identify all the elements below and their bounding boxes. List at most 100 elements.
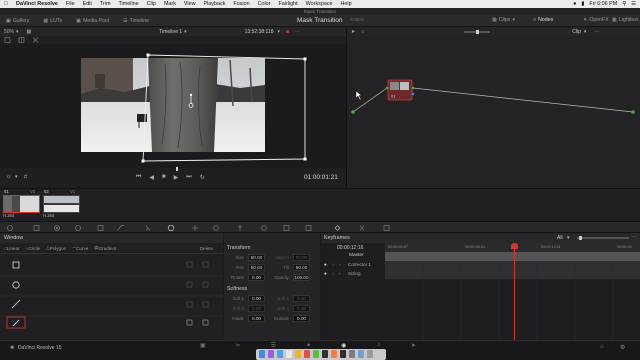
dot-icon[interactable]: ● bbox=[324, 262, 327, 267]
loop-icon[interactable]: ↻ bbox=[200, 174, 205, 181]
menu-item-fusion[interactable]: Fusion bbox=[233, 1, 249, 7]
chevron-right-icon[interactable]: › bbox=[339, 262, 341, 267]
node-zoom-slider[interactable] bbox=[464, 29, 491, 34]
home-icon[interactable]: ⌂ bbox=[600, 344, 604, 350]
window-palette-icon[interactable] bbox=[167, 224, 175, 232]
media-page-icon[interactable]: ▣ bbox=[200, 342, 206, 349]
photos-dock-icon[interactable] bbox=[331, 350, 337, 358]
node-mode-chevron-icon[interactable]: ▾ bbox=[584, 29, 587, 35]
magic-mask-icon[interactable] bbox=[213, 225, 219, 231]
keyframes-toggle-icon[interactable] bbox=[334, 225, 341, 231]
viewer-mode-chevron-icon[interactable]: ▾ bbox=[15, 175, 17, 180]
lock-icon[interactable]: ◌ bbox=[332, 271, 335, 276]
lightbox-button[interactable]: ▦ Lightbox bbox=[612, 17, 639, 23]
qualifier-icon[interactable] bbox=[145, 225, 151, 231]
node-zoom-icon[interactable]: ○ bbox=[361, 29, 364, 35]
record-icon[interactable]: ■ bbox=[286, 29, 289, 35]
soft-1-field[interactable]: 0.00 bbox=[248, 295, 265, 302]
invert-toggle-icon[interactable] bbox=[186, 261, 193, 308]
nodes-button[interactable]: ○ Nodes bbox=[533, 17, 553, 23]
folder-dock-icon[interactable] bbox=[358, 350, 364, 358]
scopes-toggle-icon[interactable] bbox=[359, 225, 365, 231]
outside-field[interactable]: 0.00 bbox=[293, 315, 310, 322]
opacity-field[interactable]: 100.00 bbox=[293, 274, 310, 281]
menu-item-fairlight[interactable]: Fairlight bbox=[278, 1, 297, 7]
zoom-chevron-icon[interactable]: ▾ bbox=[16, 29, 19, 35]
gradient-window-label[interactable]: Gradient bbox=[99, 246, 117, 251]
source-input-dot[interactable] bbox=[351, 110, 355, 114]
circle-window-label[interactable]: Circle bbox=[28, 246, 40, 251]
menu-item-color[interactable]: Color bbox=[258, 1, 271, 7]
mask-toggle-icon[interactable] bbox=[202, 261, 209, 308]
cut-page-icon[interactable]: ✂ bbox=[236, 342, 241, 349]
curve-window-label[interactable]: Curve bbox=[76, 246, 88, 251]
go-to-start-icon[interactable]: ⏮ bbox=[136, 174, 141, 181]
inside-field[interactable]: 0.00 bbox=[248, 315, 265, 322]
safari-dock-icon[interactable] bbox=[277, 350, 283, 358]
terminal-dock-icon[interactable] bbox=[340, 350, 346, 358]
chevron-right-icon[interactable]: › bbox=[339, 271, 341, 276]
color-wheels-icon[interactable] bbox=[54, 225, 60, 231]
soft-2-field[interactable]: 0.00 bbox=[293, 295, 310, 302]
wipe-tool-icon[interactable] bbox=[32, 37, 39, 43]
menu-item-clip[interactable]: Clip bbox=[147, 1, 156, 7]
size-field[interactable]: 50.00 bbox=[248, 254, 265, 261]
grid-tool-icon[interactable] bbox=[18, 37, 25, 43]
timecode-chevron-icon[interactable]: ▾ bbox=[278, 29, 281, 35]
menu-item-view[interactable]: View bbox=[184, 1, 196, 7]
wifi-icon[interactable]: ● bbox=[573, 1, 576, 7]
viewer-mode-icon[interactable]: ☼ bbox=[6, 174, 12, 180]
menu-item-trim[interactable]: Trim bbox=[100, 1, 111, 7]
linear-window-label[interactable]: Linear bbox=[7, 246, 20, 251]
3d-icon[interactable] bbox=[305, 225, 312, 231]
rgb-mixer-icon[interactable] bbox=[75, 225, 81, 231]
keyframes-filter[interactable]: All bbox=[557, 235, 563, 241]
settings-icon[interactable]: ⚙ bbox=[620, 344, 625, 351]
menubar-clock[interactable]: Fri 6:06 PM bbox=[589, 1, 617, 7]
menu-item-file[interactable]: File bbox=[66, 1, 75, 7]
keyframes-playhead[interactable] bbox=[511, 243, 518, 340]
info-icon[interactable] bbox=[383, 225, 390, 231]
go-to-end-icon[interactable]: ⏭ bbox=[186, 174, 191, 181]
master-keyframe-track[interactable] bbox=[385, 252, 640, 261]
viewer-canvas[interactable] bbox=[0, 44, 346, 168]
stop-icon[interactable]: ■ bbox=[162, 174, 166, 181]
play-reverse-icon[interactable]: ◀ bbox=[149, 174, 154, 181]
lock-icon[interactable]: ◌ bbox=[332, 262, 335, 267]
pointer-tool-icon[interactable]: ➤ bbox=[351, 29, 355, 35]
search-icon[interactable]: ⚲ bbox=[622, 1, 626, 7]
finder-dock-icon[interactable] bbox=[259, 350, 265, 358]
fairlight-page-icon[interactable]: ♫ bbox=[376, 342, 381, 349]
mail-dock-icon[interactable] bbox=[286, 350, 292, 358]
play-icon[interactable]: ▶ bbox=[174, 174, 179, 181]
trash-dock-icon[interactable] bbox=[367, 350, 373, 358]
key-icon[interactable] bbox=[261, 225, 267, 231]
calendar-dock-icon[interactable] bbox=[304, 350, 310, 358]
circle-window-list-icon[interactable] bbox=[12, 281, 20, 289]
timeline-button[interactable]: ☰ Timeline bbox=[123, 18, 149, 24]
fusion-page-icon[interactable]: ✦ bbox=[306, 342, 311, 349]
active-window-toggles[interactable] bbox=[186, 319, 209, 326]
sizing-icon[interactable] bbox=[283, 225, 290, 231]
messages-dock-icon[interactable] bbox=[313, 350, 319, 358]
line-window-icon[interactable] bbox=[11, 299, 21, 309]
delete-button[interactable]: Delete bbox=[200, 246, 213, 251]
clip-01[interactable]: 01 V2 H.264 bbox=[2, 189, 40, 218]
filter-chevron-icon[interactable]: ▾ bbox=[567, 235, 570, 241]
soft-4-field[interactable]: 0.00 bbox=[293, 305, 310, 312]
polygon-window-label[interactable]: Polygon bbox=[50, 246, 67, 251]
rotate-field[interactable]: 0.00 bbox=[248, 274, 265, 281]
timeline-select[interactable]: Timeline 1 bbox=[159, 29, 182, 35]
curves-icon[interactable] bbox=[117, 224, 125, 231]
tilt-field[interactable]: 50.00 bbox=[293, 264, 310, 271]
keyframe-grid[interactable] bbox=[385, 261, 640, 340]
menu-item-help[interactable]: Help bbox=[341, 1, 352, 7]
viewer-options-icon[interactable]: ▦ bbox=[27, 29, 32, 35]
pan-field[interactable]: 50.00 bbox=[248, 264, 265, 271]
clips-button[interactable]: ▦ Clips ▾ bbox=[492, 17, 515, 23]
menu-item-playback[interactable]: Playback bbox=[204, 1, 226, 7]
zoom-select[interactable]: 50% bbox=[4, 29, 14, 35]
motion-effects-icon[interactable] bbox=[97, 225, 104, 231]
pen-window-icon[interactable] bbox=[6, 316, 26, 329]
node-menu-icon[interactable]: ⋯ bbox=[594, 29, 599, 35]
